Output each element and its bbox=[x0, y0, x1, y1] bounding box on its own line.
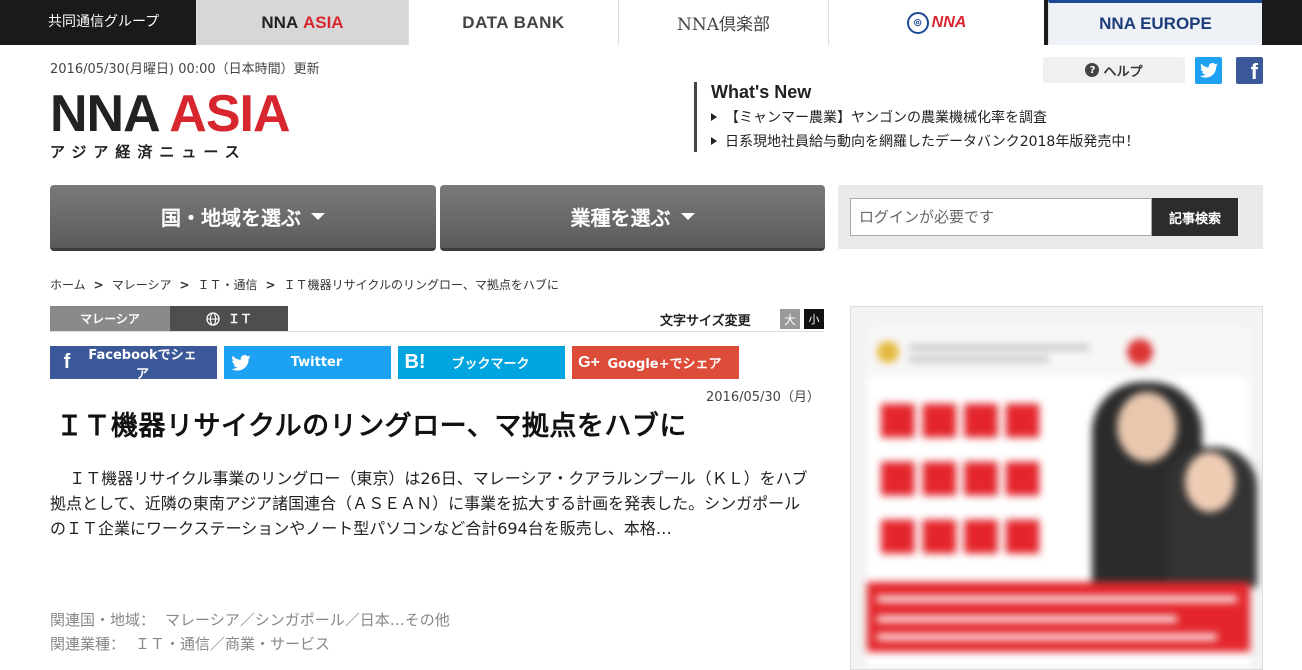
breadcrumb-separator: > bbox=[93, 277, 104, 292]
category-industry-tag[interactable]: ＩＴ bbox=[170, 306, 288, 331]
share-twitter-label: Twitter bbox=[290, 355, 343, 370]
globe-icon: ◎ bbox=[906, 11, 929, 34]
breadcrumb-it[interactable]: ＩＴ・通信 bbox=[198, 276, 258, 293]
breadcrumb: ホーム > マレーシア > ＩＴ・通信 > ＩＴ機器リサイクルのリングロー、マ拠… bbox=[50, 276, 559, 293]
ad-text-line bbox=[909, 357, 1049, 362]
related-industries-label: 関連業種： bbox=[50, 635, 126, 653]
whats-new: What's New 【ミャンマー農業】ヤンゴンの農業機械化率を調査 日系現地社… bbox=[694, 82, 1139, 152]
share-twitter-button[interactable]: Twitter bbox=[224, 346, 391, 379]
whats-new-title: What's New bbox=[711, 82, 812, 102]
category-country-tag[interactable]: マレーシア bbox=[50, 306, 170, 331]
share-facebook-button[interactable]: f Facebookでシェア bbox=[50, 346, 217, 382]
breadcrumb-malaysia[interactable]: マレーシア bbox=[112, 276, 172, 293]
article-lead: ＩＴ機器リサイクル事業のリングロー（東京）は26日、マレーシア・クアラルンプール… bbox=[50, 469, 808, 538]
help-button[interactable]: ? ヘルプ bbox=[1043, 57, 1185, 83]
font-size-large-button[interactable]: 大 bbox=[780, 309, 800, 329]
site-logo[interactable]: NNA ASIA bbox=[50, 85, 291, 143]
breadcrumb-home[interactable]: ホーム bbox=[50, 276, 86, 293]
whats-new-item-text: 【ミャンマー農業】ヤンゴンの農業機械化率を調査 bbox=[725, 110, 1047, 126]
font-size-label: 文字サイズ変更 bbox=[660, 314, 751, 329]
tab-data-bank[interactable]: DATA BANK bbox=[408, 0, 618, 45]
advertisement-image: ■■■■ ■■■■ ■■■■ bbox=[867, 327, 1257, 667]
article-date: 2016/05/30（月） bbox=[706, 390, 820, 405]
share-hatena-button[interactable]: B! ブックマーク bbox=[398, 346, 565, 379]
ad-text-line bbox=[909, 345, 1089, 350]
tab-nna-europe[interactable]: NNA EUROPE bbox=[1048, 0, 1262, 45]
hatena-bookmark-icon: B! bbox=[404, 351, 426, 373]
ad-headline-block: ■■■■ ■■■■ ■■■■ bbox=[877, 392, 1044, 559]
help-label: ヘルプ bbox=[1103, 64, 1143, 80]
related-regions: 関連国・地域： マレーシア／シンガポール／日本…その他 bbox=[50, 609, 450, 630]
share-google-button[interactable]: G+ Google+でシェア bbox=[572, 346, 739, 379]
select-industry-label: 業種を選ぶ bbox=[570, 206, 671, 230]
update-timestamp: 2016/05/30(月曜日) 00:00（日本時間）更新 bbox=[50, 62, 320, 77]
related-regions-links[interactable]: マレーシア／シンガポール／日本…その他 bbox=[165, 611, 450, 629]
category-industry-label: ＩＴ bbox=[227, 312, 252, 326]
share-facebook-label: Facebookでシェア bbox=[88, 347, 197, 382]
whats-new-item[interactable]: 【ミャンマー農業】ヤンゴンの農業機械化率を調査 bbox=[711, 107, 1139, 127]
top-bar: 共同通信グループ NNA ASIA DATA BANK NNA倶楽部 ◎ NNA… bbox=[0, 0, 1302, 45]
ad-person-face bbox=[1185, 452, 1235, 512]
caret-down-icon bbox=[680, 213, 695, 220]
logo-asia: ASIA bbox=[169, 85, 290, 143]
select-country-button[interactable]: 国・地域を選ぶ bbox=[50, 185, 436, 251]
facebook-icon: f bbox=[63, 351, 71, 373]
question-icon: ? bbox=[1085, 63, 1100, 77]
logo-subtitle: アジア経済ニュース bbox=[50, 143, 247, 161]
select-industry-button[interactable]: 業種を選ぶ bbox=[440, 185, 825, 251]
ad-badge bbox=[1127, 339, 1153, 365]
nna-logo-icon: ◎ NNA bbox=[906, 11, 967, 34]
search-input[interactable] bbox=[850, 198, 1152, 236]
facebook-icon[interactable]: f bbox=[1236, 57, 1263, 84]
nna-logo-text: NNA bbox=[931, 13, 967, 31]
globe-icon bbox=[206, 311, 220, 326]
ad-person-face bbox=[1117, 392, 1177, 462]
tab-nna-logo[interactable]: ◎ NNA bbox=[828, 0, 1044, 45]
tab-nna-asia[interactable]: NNA ASIA bbox=[196, 0, 408, 45]
twitter-icon[interactable] bbox=[1195, 57, 1222, 84]
triangle-icon bbox=[711, 137, 717, 145]
related-regions-label: 関連国・地域： bbox=[50, 611, 156, 629]
breadcrumb-separator: > bbox=[179, 277, 190, 292]
google-plus-icon: G+ bbox=[578, 353, 600, 371]
triangle-icon bbox=[711, 113, 717, 121]
category-row: マレーシア ＩＴ 文字サイズ変更 大 小 bbox=[50, 306, 824, 332]
select-country-label: 国・地域を選ぶ bbox=[161, 206, 301, 230]
share-hatena-label: ブックマーク bbox=[451, 357, 530, 372]
ad-text-line bbox=[877, 596, 1237, 602]
logo-nna: NNA bbox=[50, 85, 159, 143]
whats-new-item-text: 日系現地社員給与動向を網羅したデータバンク2018年版発売中！ bbox=[725, 134, 1140, 150]
share-google-label: Google+でシェア bbox=[607, 357, 722, 372]
article-headline: ＩＴ機器リサイクルのリングロー、マ拠点をハブに bbox=[56, 411, 687, 442]
article-search-button[interactable]: 記事検索 bbox=[1152, 198, 1238, 236]
related-industries-links[interactable]: ＩＴ・通信／商業・サービス bbox=[135, 635, 330, 653]
tab-nna-asia-nna: NNA bbox=[261, 12, 299, 32]
font-size-small-button[interactable]: 小 bbox=[804, 309, 824, 329]
whats-new-item[interactable]: 日系現地社員給与動向を網羅したデータバンク2018年版発売中！ bbox=[711, 131, 1139, 151]
tab-nna-asia-asia: ASIA bbox=[302, 12, 344, 32]
ad-header bbox=[867, 327, 1250, 377]
group-label: 共同通信グループ bbox=[48, 14, 160, 30]
search-panel: 記事検索 bbox=[838, 185, 1263, 249]
ad-logo bbox=[877, 341, 899, 363]
ad-text-line bbox=[877, 616, 1177, 622]
ad-text-line bbox=[877, 634, 1217, 640]
ad-footer-band bbox=[867, 582, 1250, 652]
tab-nna-club[interactable]: NNA倶楽部 bbox=[618, 0, 828, 45]
twitter-icon bbox=[224, 354, 258, 371]
advertisement-banner[interactable]: ■■■■ ■■■■ ■■■■ bbox=[850, 306, 1263, 670]
related-industries: 関連業種： ＩＴ・通信／商業・サービス bbox=[50, 633, 330, 654]
caret-down-icon bbox=[311, 213, 325, 220]
breadcrumb-current: ＩＴ機器リサイクルのリングロー、マ拠点をハブに bbox=[283, 278, 559, 292]
breadcrumb-separator: > bbox=[265, 277, 276, 292]
